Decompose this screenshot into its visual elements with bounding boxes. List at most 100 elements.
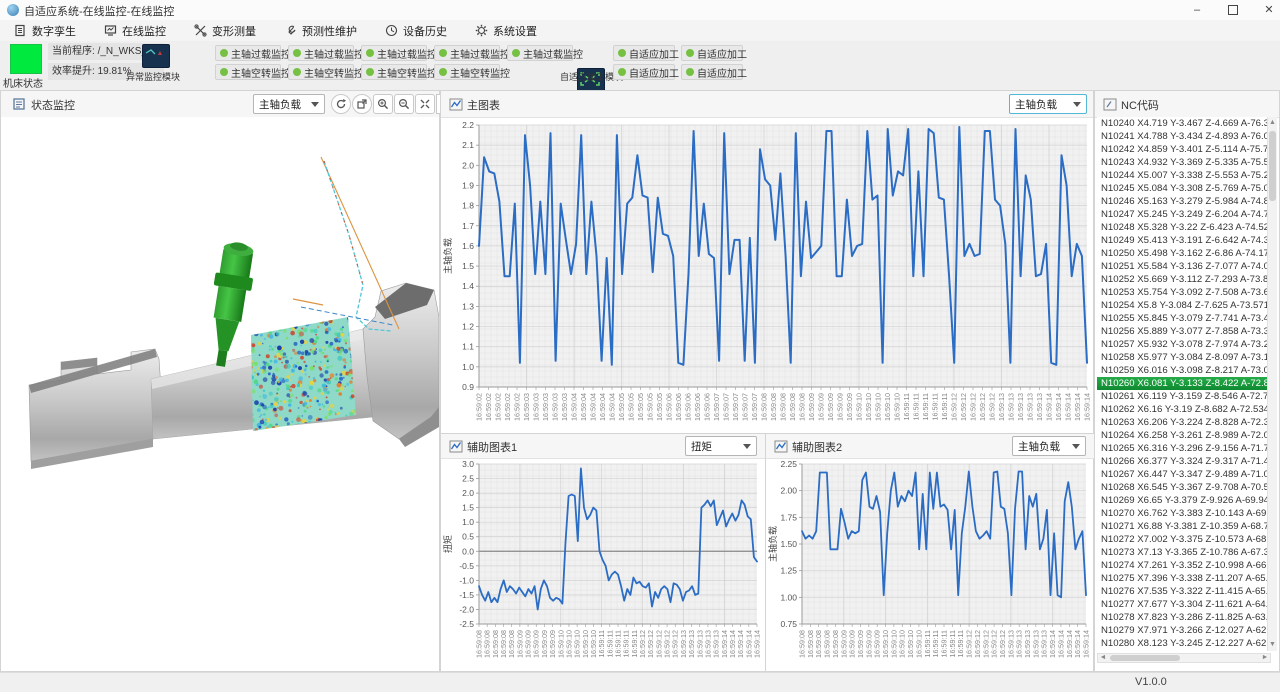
anomaly-module-icon[interactable]	[142, 44, 170, 68]
y-tick-label: 1.7	[462, 221, 474, 231]
aux1-chart[interactable]: 16:59:0816:59:0816:59:0816:59:0816:59:08…	[441, 458, 765, 672]
nc-line[interactable]: N10273 X7.13 Y-3.365 Z-10.786 A-67.372	[1097, 546, 1271, 559]
menu-item-digital-twin[interactable]: 数字孪生	[0, 20, 90, 41]
nc-line[interactable]: N10250 X5.498 Y-3.162 Z-6.86 A-74.178 C	[1097, 247, 1271, 260]
scroll-left-icon[interactable]: ◄	[1098, 654, 1108, 662]
nc-line[interactable]: N10267 X6.447 Y-3.347 Z-9.489 A-71.055	[1097, 468, 1271, 481]
nc-line[interactable]: N10244 X5.007 Y-3.338 Z-5.553 A-75.297	[1097, 169, 1271, 182]
nc-line[interactable]: N10276 X7.535 Y-3.322 Z-11.415 A-65.22	[1097, 585, 1271, 598]
idle-monitor-button-2[interactable]: 主轴空转监控	[288, 64, 354, 80]
nc-line[interactable]: N10280 X8.123 Y-3.245 Z-12.227 A-62.23	[1097, 637, 1271, 650]
scroll-right-icon[interactable]: ►	[1260, 654, 1270, 662]
nc-line[interactable]: N10272 X7.002 Y-3.375 Z-10.573 A-68.05	[1097, 533, 1271, 546]
nc-line-selected[interactable]: N10260 X6.081 Y-3.133 Z-8.422 A-72.835	[1097, 377, 1271, 390]
scroll-thumb[interactable]	[1110, 655, 1180, 661]
line-chart-icon	[774, 440, 788, 453]
nc-line[interactable]: N10264 X6.258 Y-3.261 Z-8.989 A-72.072	[1097, 429, 1271, 442]
main-chart[interactable]: 16:59:0216:59:0216:59:0216:59:0216:59:02…	[441, 117, 1095, 433]
nc-line[interactable]: N10240 X4.719 Y-3.467 Z-4.669 A-76.396	[1097, 117, 1271, 130]
y-tick-label: 1.5	[462, 503, 474, 513]
aux2-signal-dropdown[interactable]: 主轴负载	[1012, 436, 1086, 456]
machine-3d-view[interactable]	[1, 117, 439, 671]
nc-vertical-scrollbar[interactable]: ▲ ▼	[1267, 117, 1277, 651]
close-button[interactable]: ✕	[1252, 0, 1280, 20]
nc-line[interactable]: N10241 X4.788 Y-3.434 Z-4.893 A-76.062	[1097, 130, 1271, 143]
button-label: 主轴过载监控	[231, 46, 291, 61]
nc-line[interactable]: N10271 X6.88 Y-3.381 Z-10.359 A-68.711	[1097, 520, 1271, 533]
nc-line[interactable]: N10252 X5.669 Y-3.112 Z-7.293 A-73.844	[1097, 273, 1271, 286]
adaptive-machining-button-3[interactable]: 自适应加工	[613, 64, 675, 80]
chevron-down-icon	[743, 444, 751, 449]
reset-view-button[interactable]	[352, 94, 372, 114]
overload-monitor-button-4[interactable]: 主轴过载监控	[434, 45, 500, 61]
adaptive-machining-button-2[interactable]: 自适应加工	[681, 45, 743, 61]
menu-item-device-history[interactable]: 设备历史	[371, 20, 461, 41]
nc-line[interactable]: N10262 X6.16 Y-3.19 Z-8.682 A-72.534 C	[1097, 403, 1271, 416]
nc-code-list[interactable]: N10240 X4.719 Y-3.467 Z-4.669 A-76.396N1…	[1097, 117, 1271, 651]
nc-line[interactable]: N10253 X5.754 Y-3.092 Z-7.508 A-73.677	[1097, 286, 1271, 299]
idle-monitor-button-1[interactable]: 主轴空转监控	[215, 64, 281, 80]
nc-line[interactable]: N10268 X6.545 Y-3.367 Z-9.708 A-70.519	[1097, 481, 1271, 494]
nc-line[interactable]: N10266 X6.377 Y-3.324 Z-9.317 A-71.443	[1097, 455, 1271, 468]
nc-line[interactable]: N10277 X7.677 Y-3.304 Z-11.621 A-64.48	[1097, 598, 1271, 611]
nc-line[interactable]: N10279 X7.971 Y-3.266 Z-12.027 A-62.98	[1097, 624, 1271, 637]
nc-line[interactable]: N10258 X5.977 Y-3.084 Z-8.097 A-73.138	[1097, 351, 1271, 364]
nc-line[interactable]: N10269 X6.65 Y-3.379 Z-9.926 A-69.947 C	[1097, 494, 1271, 507]
zoom-out-button[interactable]	[394, 94, 414, 114]
nc-line[interactable]: N10249 X5.413 Y-3.191 Z-6.642 A-74.346	[1097, 234, 1271, 247]
document-icon	[14, 24, 27, 37]
nc-horizontal-scrollbar[interactable]: ◄ ►	[1097, 653, 1271, 663]
nc-line[interactable]: N10243 X4.932 Y-3.369 Z-5.335 A-75.523	[1097, 156, 1271, 169]
nc-line[interactable]: N10261 X6.119 Y-3.159 Z-8.546 A-72.701	[1097, 390, 1271, 403]
menu-item-predictive-maintenance[interactable]: 预测性维护	[270, 20, 371, 41]
menu-item-online-monitor[interactable]: 在线监控	[90, 20, 180, 41]
menu-item-system-settings[interactable]: 系统设置	[461, 20, 551, 41]
nc-line[interactable]: N10259 X6.016 Y-3.098 Z-8.217 A-73.036	[1097, 364, 1271, 377]
nc-line[interactable]: N10270 X6.762 Y-3.383 Z-10.143 A-69.34	[1097, 507, 1271, 520]
nc-line[interactable]: N10263 X6.206 Y-3.224 Z-8.828 A-72.33 C	[1097, 416, 1271, 429]
minimize-button[interactable]: –	[1180, 0, 1214, 20]
overload-monitor-button-5[interactable]: 主轴过载监控	[507, 45, 573, 61]
nc-line[interactable]: N10247 X5.245 Y-3.249 Z-6.204 A-74.701	[1097, 208, 1271, 221]
view-signal-dropdown[interactable]: 主轴负载	[253, 94, 325, 114]
nc-line[interactable]: N10248 X5.328 Y-3.22 Z-6.423 A-74.52 C	[1097, 221, 1271, 234]
nc-line[interactable]: N10257 X5.932 Y-3.078 Z-7.974 A-73.243	[1097, 338, 1271, 351]
idle-monitor-button-4[interactable]: 主轴空转监控	[434, 64, 500, 80]
scroll-up-icon[interactable]: ▲	[1268, 117, 1277, 129]
aux1-title: 辅助图表1	[467, 439, 517, 455]
nc-line[interactable]: N10278 X7.823 Y-3.286 Z-11.825 A-63.73	[1097, 611, 1271, 624]
scroll-thumb[interactable]	[1269, 131, 1276, 201]
overload-monitor-button-3[interactable]: 主轴过载监控	[361, 45, 427, 61]
menu-item-deformation[interactable]: 变形测量	[180, 20, 270, 41]
nc-line[interactable]: N10274 X7.261 Y-3.352 Z-10.998 A-66.67	[1097, 559, 1271, 572]
nc-line[interactable]: N10245 X5.084 Y-3.308 Z-5.769 A-75.088	[1097, 182, 1271, 195]
adaptive-machining-button-1[interactable]: 自适应加工	[613, 45, 675, 61]
aux2-chart[interactable]: 16:59:0816:59:0816:59:0816:59:0816:59:08…	[766, 458, 1094, 672]
main-chart-signal-dropdown[interactable]: 主轴负载	[1009, 94, 1087, 114]
nc-line[interactable]: N10251 X5.584 Y-3.136 Z-7.077 A-74.012	[1097, 260, 1271, 273]
nc-line[interactable]: N10254 X5.8 Y-3.084 Z-7.625 A-73.571 C	[1097, 299, 1271, 312]
nc-line[interactable]: N10246 X5.163 Y-3.279 Z-5.984 A-74.892	[1097, 195, 1271, 208]
maximize-button[interactable]	[1216, 0, 1250, 20]
refresh-view-button[interactable]	[331, 94, 351, 114]
x-tick-label: 16:59:07	[712, 393, 721, 421]
fit-view-button[interactable]	[415, 94, 435, 114]
button-label: 主轴空转监控	[450, 65, 510, 80]
adaptive-machining-button-4[interactable]: 自适应加工	[681, 64, 743, 80]
button-label: 自适应加工	[629, 46, 679, 61]
nc-line[interactable]: N10256 X5.889 Y-3.077 Z-7.858 A-73.348	[1097, 325, 1271, 338]
y-tick-label: 0.0	[462, 546, 474, 556]
nc-line[interactable]: N10242 X4.859 Y-3.401 Z-5.114 A-75.775	[1097, 143, 1271, 156]
idle-monitor-button-3[interactable]: 主轴空转监控	[361, 64, 427, 80]
nc-line[interactable]: N10255 X5.845 Y-3.079 Z-7.741 A-73.458	[1097, 312, 1271, 325]
aux1-signal-dropdown[interactable]: 扭矩	[685, 436, 757, 456]
x-tick-label: 16:59:10	[893, 393, 902, 421]
nc-line[interactable]: N10275 X7.396 Y-3.338 Z-11.207 A-65.95	[1097, 572, 1271, 585]
x-tick-label: 16:59:06	[684, 393, 693, 421]
overload-monitor-button-2[interactable]: 主轴过载监控	[288, 45, 354, 61]
nc-line[interactable]: N10265 X6.316 Y-3.296 Z-9.156 A-71.771	[1097, 442, 1271, 455]
zoom-in-button[interactable]	[373, 94, 393, 114]
scroll-down-icon[interactable]: ▼	[1268, 639, 1277, 651]
button-label: 自适应加工	[697, 65, 747, 80]
overload-monitor-button-1[interactable]: 主轴过载监控	[215, 45, 281, 61]
